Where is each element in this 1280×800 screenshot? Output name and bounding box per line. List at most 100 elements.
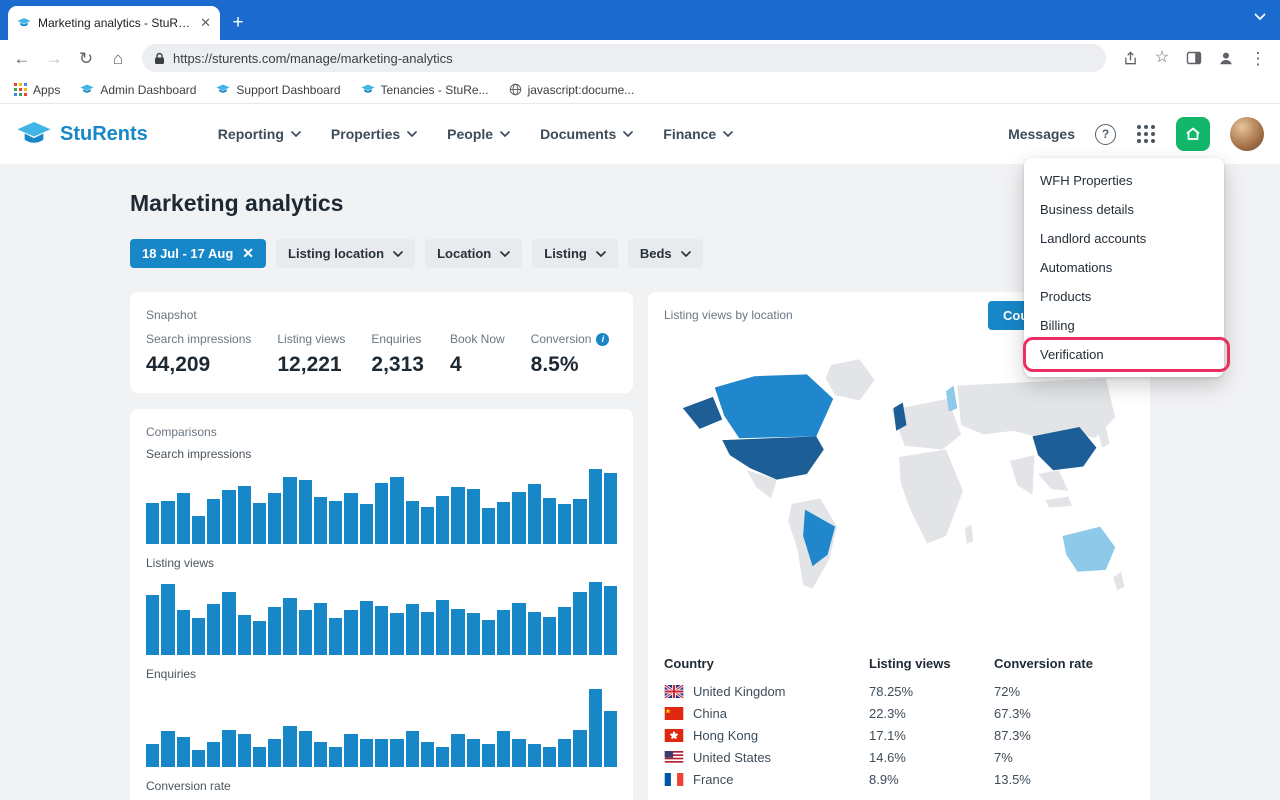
menu-item-billing[interactable]: Billing: [1024, 311, 1224, 340]
property-app-icon[interactable]: [1176, 117, 1210, 151]
bar: [467, 613, 480, 655]
bookmark-star-icon[interactable]: ☆: [1150, 46, 1174, 70]
bar: [177, 737, 190, 767]
bar: [238, 486, 251, 545]
menu-item-automations[interactable]: Automations: [1024, 253, 1224, 282]
bookmark-label: Tenancies - StuRe...: [381, 83, 489, 97]
listing-views-cell: 8.9%: [869, 772, 994, 787]
menu-item-verification[interactable]: Verification: [1024, 340, 1224, 369]
bookmark-javascript-docume[interactable]: javascript:docume...: [509, 83, 635, 97]
nav-item-properties[interactable]: Properties: [331, 126, 417, 142]
user-avatar[interactable]: [1230, 117, 1264, 151]
bar: [528, 484, 541, 544]
metric-label: Listing views: [277, 332, 345, 346]
chevron-down-icon: [623, 131, 633, 137]
bar: [207, 742, 220, 767]
bar: [390, 739, 403, 767]
screen: Marketing analytics - StuRents ✕ + ← → ↻…: [0, 0, 1280, 800]
bar: [192, 516, 205, 545]
metric-listing-views: Listing views12,221: [277, 332, 345, 377]
country-name: China: [693, 706, 727, 721]
bookmark-tenancies-sture[interactable]: Tenancies - StuRe...: [361, 83, 489, 97]
header-right: Messages ?: [1008, 117, 1264, 151]
nav-item-reporting[interactable]: Reporting: [218, 126, 301, 142]
menu-item-products[interactable]: Products: [1024, 282, 1224, 311]
side-panel-icon[interactable]: [1182, 46, 1206, 70]
country-name: France: [693, 772, 733, 787]
conversion-rate-cell: 67.3%: [994, 706, 1134, 721]
listing-views-cell: 14.6%: [869, 750, 994, 765]
country-table-header: Country Listing views Conversion rate: [664, 656, 1134, 671]
chevron-down-icon: [596, 251, 606, 257]
listing-views-cell: 22.3%: [869, 706, 994, 721]
bookmark-apps[interactable]: Apps: [14, 83, 60, 97]
bar: [146, 744, 159, 767]
nav-item-documents[interactable]: Documents: [540, 126, 633, 142]
share-icon[interactable]: [1118, 46, 1142, 70]
bar: [436, 600, 449, 655]
chevron-down-icon: [393, 251, 403, 257]
menu-item-wfh-properties[interactable]: WFH Properties: [1024, 166, 1224, 195]
url-bar[interactable]: https://sturents.com/manage/marketing-an…: [142, 44, 1106, 72]
bar: [421, 742, 434, 767]
app-launcher-icon[interactable]: [1136, 124, 1156, 144]
filter-chip-location[interactable]: Location: [425, 239, 522, 268]
bar: [451, 734, 464, 767]
back-icon[interactable]: ←: [10, 46, 34, 70]
help-icon[interactable]: ?: [1095, 124, 1116, 145]
menu-item-landlord-accounts[interactable]: Landlord accounts: [1024, 224, 1224, 253]
bar: [360, 739, 373, 767]
bookmark-support-dashboard[interactable]: Support Dashboard: [216, 83, 340, 97]
bar: [161, 731, 174, 767]
metric-value: 8.5%: [531, 353, 610, 377]
bar: [451, 609, 464, 655]
bar: [222, 592, 235, 655]
tab-list-chevron-icon[interactable]: [1254, 13, 1266, 21]
metric-label: Search impressions: [146, 332, 251, 346]
highlight-ring: [1023, 337, 1230, 372]
menu-item-business-details[interactable]: Business details: [1024, 195, 1224, 224]
bookmark-admin-dashboard[interactable]: Admin Dashboard: [80, 83, 196, 97]
reload-icon[interactable]: ↻: [74, 46, 98, 70]
clear-date-icon[interactable]: ✕: [242, 245, 254, 262]
info-icon[interactable]: i: [596, 333, 609, 346]
filter-chip-listing-location[interactable]: Listing location: [276, 239, 415, 268]
new-tab-button[interactable]: +: [224, 9, 252, 37]
home-icon[interactable]: ⌂: [106, 46, 130, 70]
bar: [604, 473, 617, 544]
bar: [207, 499, 220, 544]
filter-chip-beds[interactable]: Beds: [628, 239, 703, 268]
forward-icon[interactable]: →: [42, 46, 66, 70]
snapshot-card: Snapshot Search impressions44,209Listing…: [130, 292, 633, 393]
nav-item-finance[interactable]: Finance: [663, 126, 733, 142]
bar: [238, 734, 251, 767]
bar: [558, 607, 571, 655]
map-indonesia: [1046, 497, 1072, 508]
browser-menu-icon[interactable]: ⋮: [1246, 46, 1270, 70]
bar: [558, 739, 571, 767]
bar: [482, 744, 495, 767]
table-row-united-states: United States14.6%7%: [664, 746, 1134, 768]
bar: [329, 618, 342, 655]
bar: [344, 493, 357, 544]
bar: [238, 615, 251, 655]
filter-chip-listing[interactable]: Listing: [532, 239, 618, 268]
sturents-logo[interactable]: StuRents: [16, 121, 148, 148]
bar: [268, 739, 281, 767]
listing-views-chart: [146, 578, 617, 655]
bar: [421, 612, 434, 655]
messages-link[interactable]: Messages: [1008, 126, 1075, 142]
snapshot-metrics: Search impressions44,209Listing views12,…: [146, 332, 617, 377]
bar: [528, 612, 541, 655]
browser-tab[interactable]: Marketing analytics - StuRents ✕: [8, 6, 220, 40]
bar: [344, 610, 357, 655]
header-country: Country: [664, 656, 869, 671]
nav-item-people[interactable]: People: [447, 126, 510, 142]
date-range-chip[interactable]: 18 Jul - 17 Aug ✕: [130, 239, 266, 268]
tab-close-icon[interactable]: ✕: [200, 15, 211, 31]
browser-profile-icon[interactable]: [1214, 46, 1238, 70]
country-name: United Kingdom: [693, 684, 786, 699]
bar: [467, 739, 480, 767]
bar: [283, 598, 296, 655]
chart-label-enquiries: Enquiries: [146, 667, 617, 681]
